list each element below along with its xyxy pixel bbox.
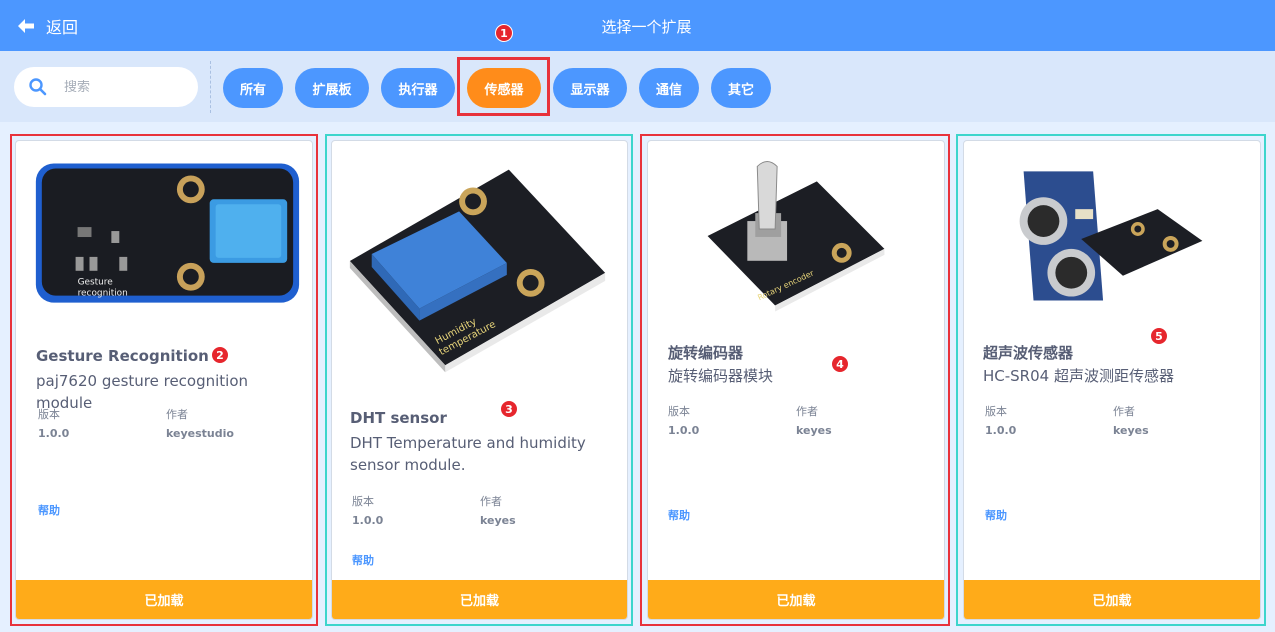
- gesture-module-image: Gesture recognition: [35, 163, 300, 303]
- header-bar: 返回 选择一个扩展: [0, 0, 1275, 51]
- version-value: 1.0.0: [985, 424, 1017, 437]
- help-link[interactable]: 帮助: [352, 552, 374, 568]
- help-link[interactable]: 帮助: [668, 507, 690, 523]
- author-label: 作者: [796, 405, 818, 418]
- author-label: 作者: [480, 495, 502, 508]
- loaded-button[interactable]: 已加载: [16, 580, 312, 619]
- search-icon: [29, 78, 47, 96]
- filter-bar: 所有 扩展板 执行器 传感器 显示器 通信 其它: [0, 51, 1275, 122]
- card-description: DHT Temperature and humidity sensor modu…: [350, 434, 586, 474]
- loaded-button[interactable]: 已加载: [964, 580, 1260, 619]
- filter-divider: [210, 61, 211, 113]
- card-title: 旋转编码器: [668, 344, 744, 362]
- category-display[interactable]: 显示器: [553, 68, 627, 108]
- card-title: Gesture Recognition: [36, 347, 209, 365]
- version-label: 版本: [668, 405, 690, 418]
- search-input[interactable]: [64, 79, 184, 95]
- version-label: 版本: [38, 408, 60, 421]
- annotation-badge-5: 5: [1150, 327, 1168, 345]
- author-value: keyes: [480, 514, 516, 527]
- author-value: keyestudio: [166, 427, 234, 440]
- version-value: 1.0.0: [352, 514, 384, 527]
- extension-card-rotary[interactable]: Rotary encoder 旋转编码器 旋转编码器模块 版本 作者 1.0.0…: [647, 140, 945, 620]
- extension-card-ultrasonic[interactable]: 超声波传感器 HC-SR04 超声波测距传感器 版本 作者 1.0.0 keye…: [963, 140, 1261, 620]
- category-communication[interactable]: 通信: [639, 68, 699, 108]
- loaded-button[interactable]: 已加载: [648, 580, 944, 619]
- help-link[interactable]: 帮助: [985, 507, 1007, 523]
- author-value: keyes: [1113, 424, 1149, 437]
- sensor-highlight-box: [457, 57, 550, 116]
- version-label: 版本: [352, 495, 374, 508]
- card-description: 旋转编码器模块: [668, 367, 774, 385]
- module-silk-text: Gesture: [78, 278, 114, 288]
- card-description: HC-SR04 超声波测距传感器: [983, 367, 1174, 385]
- extension-card-dht[interactable]: Humidity temperature DHT sensor DHT Temp…: [331, 140, 628, 620]
- author-label: 作者: [1113, 405, 1135, 418]
- version-label: 版本: [985, 405, 1007, 418]
- author-label: 作者: [166, 408, 188, 421]
- ultrasonic-module-image: [1019, 171, 1203, 301]
- category-all[interactable]: 所有: [223, 68, 283, 108]
- extension-card-gesture[interactable]: Gesture recognition Gesture Recognition …: [15, 140, 313, 620]
- help-link[interactable]: 帮助: [38, 502, 60, 518]
- version-value: 1.0.0: [668, 424, 700, 437]
- category-actuator[interactable]: 执行器: [381, 68, 455, 108]
- annotation-badge-3: 3: [500, 400, 518, 418]
- card-title: 超声波传感器: [983, 344, 1074, 362]
- rotary-module-image: Rotary encoder: [707, 160, 885, 312]
- category-expansion-board[interactable]: 扩展板: [295, 68, 369, 108]
- dht-module-image: Humidity temperature: [349, 169, 606, 373]
- annotation-badge-4: 4: [831, 355, 849, 373]
- loaded-button[interactable]: 已加载: [332, 580, 627, 619]
- page-title: 选择一个扩展: [601, 18, 692, 36]
- author-value: keyes: [796, 424, 832, 437]
- annotation-badge-1: 1: [495, 24, 513, 42]
- card-title: DHT sensor: [350, 409, 447, 427]
- category-other[interactable]: 其它: [711, 68, 771, 108]
- annotation-badge-2: 2: [211, 346, 229, 364]
- module-silk-text: recognition: [78, 289, 128, 299]
- version-value: 1.0.0: [38, 427, 70, 440]
- search-box[interactable]: [14, 67, 198, 107]
